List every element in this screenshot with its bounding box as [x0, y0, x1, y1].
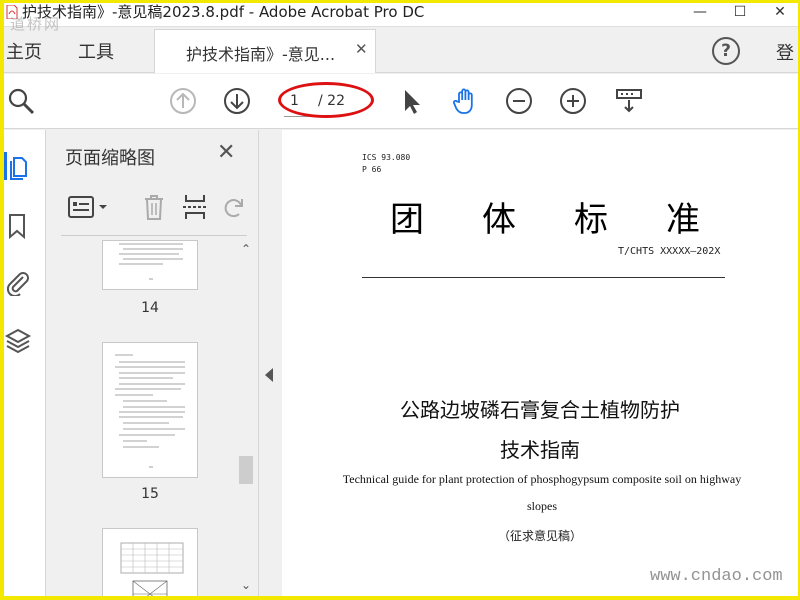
nav-home[interactable]: 主页 — [6, 38, 42, 64]
red-annotation-circle — [278, 82, 374, 118]
title-bar: 护技术指南》-意见稿2023.8.pdf - Adobe Acrobat Pro… — [4, 3, 798, 27]
thumbnail-list: 14 15 — [47, 240, 237, 596]
page-display-icon[interactable] — [614, 86, 644, 116]
standard-code: T/CHTS XXXXX—202X — [618, 246, 721, 257]
thumbnail-content — [115, 354, 185, 468]
heading-char-4: 准 — [666, 200, 700, 240]
scroll-up-icon[interactable]: ⌃ — [239, 242, 253, 256]
page-up-icon[interactable] — [168, 86, 198, 116]
login-link[interactable]: 登 — [776, 39, 794, 65]
search-zoom-icon[interactable] — [6, 86, 36, 116]
heading-char-1: 团 — [390, 200, 424, 240]
zoom-in-icon[interactable] — [558, 86, 588, 116]
zoom-out-icon[interactable] — [504, 86, 534, 116]
english-title: Technical guide for plant protection of … — [342, 472, 742, 513]
scroll-down-icon[interactable]: ⌄ — [239, 578, 253, 592]
select-arrow-icon[interactable] — [396, 86, 426, 116]
acrobat-window: 护技术指南》-意见稿2023.8.pdf - Adobe Acrobat Pro… — [4, 3, 798, 596]
panel-toolbar — [61, 182, 247, 236]
navigation-rail — [4, 130, 46, 596]
scrollbar-thumb[interactable] — [239, 456, 253, 484]
header-rule — [362, 277, 725, 278]
bookmarks-icon[interactable] — [4, 212, 32, 240]
document-view[interactable]: ICS 93.080 P 66 团 体 标 准 T/CHTS XXXXX—202… — [282, 130, 798, 596]
tab-bar: 主页 工具 护技术指南》-意见... ✕ ? 登 — [4, 27, 798, 73]
split-page-icon[interactable] — [181, 192, 209, 222]
minimize-button[interactable]: — — [680, 3, 720, 25]
watermark-top-left: 道桥网 — [10, 15, 62, 33]
window-title: 护技术指南》-意见稿2023.8.pdf - Adobe Acrobat Pro… — [22, 3, 425, 21]
delete-trash-icon[interactable] — [141, 192, 167, 222]
heading-char-3: 标 — [574, 200, 608, 240]
thumbnail-panel: 页面缩略图 ✕ 14 15 ⌃ ⌄ — [47, 130, 258, 596]
thumbnail-page-14[interactable] — [102, 240, 198, 290]
thumbnail-number: 14 — [141, 300, 159, 316]
thumbnail-content — [119, 243, 183, 280]
pdf-page: ICS 93.080 P 66 团 体 标 准 T/CHTS XXXXX—202… — [282, 130, 798, 596]
rotate-page-icon[interactable] — [219, 192, 247, 222]
help-button[interactable]: ? — [712, 37, 740, 65]
hand-tool-icon[interactable] — [450, 86, 480, 116]
document-tab[interactable]: 护技术指南》-意见... ✕ — [154, 29, 376, 73]
tab-close-icon[interactable]: ✕ — [355, 40, 368, 58]
thumbnail-content — [120, 542, 184, 596]
panel-title: 页面缩略图 — [65, 148, 155, 169]
page-down-icon[interactable] — [222, 86, 252, 116]
draft-note: （征求意见稿） — [497, 529, 582, 543]
thumbnail-page-15[interactable] — [102, 342, 198, 478]
thumbnail-scrollbar[interactable]: ⌃ ⌄ — [237, 240, 255, 596]
chinese-title-line-2: 技术指南 — [500, 438, 580, 462]
collapse-panel-icon[interactable] — [265, 368, 273, 382]
attachments-icon[interactable] — [4, 268, 32, 296]
document-tab-label: 护技术指南》-意见... — [186, 45, 336, 64]
thumbnail-page-16[interactable] — [102, 528, 198, 596]
main-toolbar: 1 / 22 — [4, 74, 798, 129]
watermark-bottom-right: www.cndao.com — [650, 567, 783, 586]
p-code: P 66 — [362, 165, 382, 174]
panel-close-icon[interactable]: ✕ — [217, 140, 235, 165]
panel-splitter[interactable] — [258, 130, 282, 596]
maximize-button[interactable]: ☐ — [720, 3, 760, 25]
close-window-button[interactable]: ✕ — [760, 3, 798, 25]
heading-char-2: 体 — [482, 200, 516, 240]
ics-code: ICS 93.080 — [362, 153, 411, 162]
thumbnail-number: 15 — [141, 486, 159, 502]
layers-icon[interactable] — [4, 326, 32, 354]
thumbnail-options-icon[interactable] — [67, 194, 115, 220]
page-thumbnails-icon[interactable] — [4, 152, 32, 180]
chinese-title-line-1: 公路边坡磷石膏复合土植物防护 — [400, 398, 680, 422]
nav-tools[interactable]: 工具 — [78, 38, 114, 64]
